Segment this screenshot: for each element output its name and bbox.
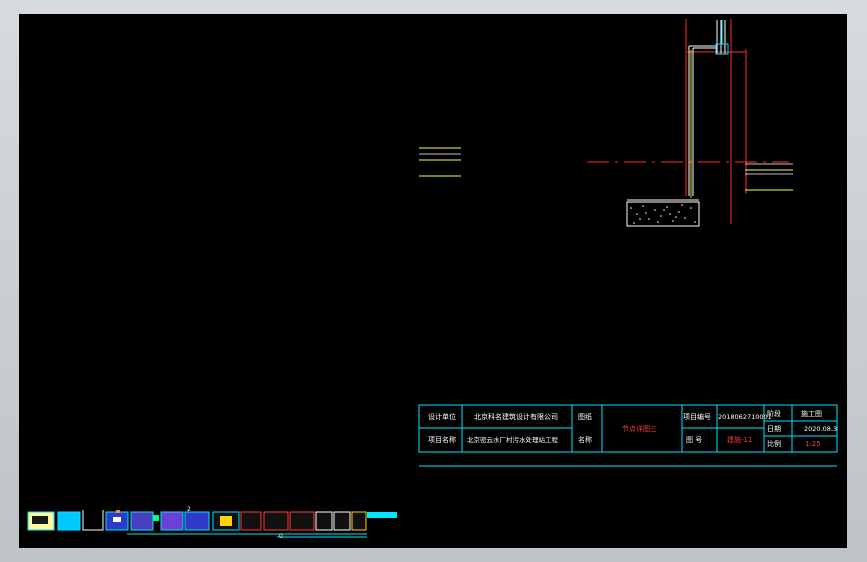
drawing-canvas[interactable] [19,14,847,548]
scale-label: 比例 [767,440,781,448]
thumb-1[interactable] [27,511,55,531]
drawing-label-bottom: 名称 [578,436,592,444]
drawing-no-value: 建施-11 [727,436,753,444]
layout-thumbnails: 2 0 [27,506,397,540]
stage-label: 阶段 [767,410,781,418]
date-value: 2020.08.3 [804,425,838,433]
thumb-6[interactable] [160,511,210,531]
stage-value: 施工图 [801,410,822,418]
project-no-value: 2018062710001 [718,413,772,421]
thumb-4[interactable] [105,511,129,531]
project-name-label: 项目名称 [428,436,456,444]
thumb-5[interactable] [130,511,159,531]
cad-drawing-viewport[interactable]: 设计单位 北京科名建筑设计有限公司 项目名称 北京密云水厂村污水处理站工程 图纸… [19,14,847,548]
project-name-value: 北京密云水厂村污水处理站工程 [467,436,558,444]
thumb-7[interactable] [212,511,397,531]
thumb-2[interactable] [57,511,81,531]
drawing-no-label: 图 号 [686,436,703,444]
thumbnail-bottom-label: 0 [279,533,283,540]
design-unit-value: 北京科名建筑设计有限公司 [474,413,558,421]
design-unit-label: 设计单位 [428,413,456,421]
section-detail [587,19,793,227]
project-no-label: 项目编号 [683,413,711,421]
drawing-name: 节点详图三 [622,425,657,433]
date-label: 日期 [767,425,781,433]
left-detail-lines [419,147,461,177]
thumbnail-strip-graphics [27,506,397,538]
scale-value: 1:25 [805,440,821,448]
drawing-label-top: 图纸 [578,413,592,421]
thumbnail-tab-number: 2 [187,506,191,513]
thumb-3[interactable] [82,506,104,531]
